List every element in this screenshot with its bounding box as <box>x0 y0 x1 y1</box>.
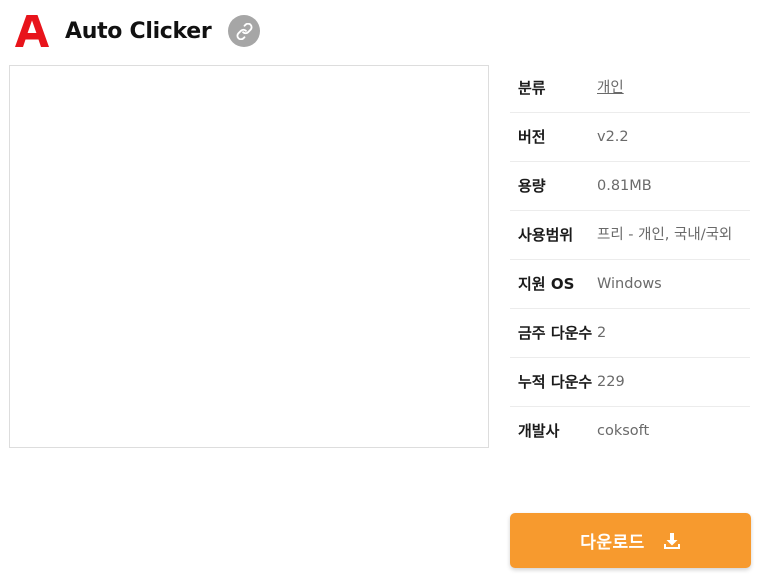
copy-link-button[interactable] <box>228 15 261 47</box>
info-label: 누적 다운수 <box>518 373 593 391</box>
app-info-list: 분류 개인 버전 v2.2 용량 0.81MB 사용범위 프리 - 개인, 국내… <box>510 64 750 455</box>
info-row-category: 분류 개인 <box>510 64 750 113</box>
header: Auto Clicker <box>14 12 261 50</box>
info-row-developer: 개발사 coksoft <box>510 407 750 455</box>
link-icon <box>236 22 253 40</box>
info-value: coksoft <box>597 423 650 439</box>
info-label: 용량 <box>518 177 546 195</box>
category-link[interactable]: 개인 <box>597 80 624 96</box>
info-row-version: 버전 v2.2 <box>510 113 750 162</box>
screenshot-preview <box>9 65 489 448</box>
app-logo-icon <box>15 15 49 47</box>
info-value: Windows <box>597 276 662 292</box>
info-row-size: 용량 0.81MB <box>510 162 750 211</box>
info-label: 버전 <box>518 128 546 146</box>
info-value: 프리 - 개인, 국내/국외 <box>597 227 733 243</box>
info-row-os: 지원 OS Windows <box>510 260 750 309</box>
info-row-weekly-downloads: 금주 다운수 2 <box>510 309 750 358</box>
info-value: 개인 <box>597 77 750 100</box>
download-icon <box>663 532 680 549</box>
info-value: 229 <box>597 374 625 390</box>
app-detail-page: Auto Clicker 분류 개인 버전 v2.2 용량 0.81MB 사용범… <box>0 0 762 582</box>
info-label: 개발사 <box>518 422 560 440</box>
download-button-label: 다운로드 <box>580 533 645 553</box>
info-value: 0.81MB <box>597 178 652 194</box>
download-button[interactable]: 다운로드 <box>510 513 751 568</box>
info-value: v2.2 <box>597 129 629 145</box>
info-value: 2 <box>597 325 607 341</box>
info-row-total-downloads: 누적 다운수 229 <box>510 358 750 407</box>
app-title: Auto Clicker <box>65 18 212 44</box>
info-label: 분류 <box>518 79 546 97</box>
info-row-license: 사용범위 프리 - 개인, 국내/국외 <box>510 211 750 260</box>
info-label: 사용범위 <box>518 226 574 244</box>
info-label: 금주 다운수 <box>518 324 593 342</box>
info-label: 지원 OS <box>518 275 575 293</box>
